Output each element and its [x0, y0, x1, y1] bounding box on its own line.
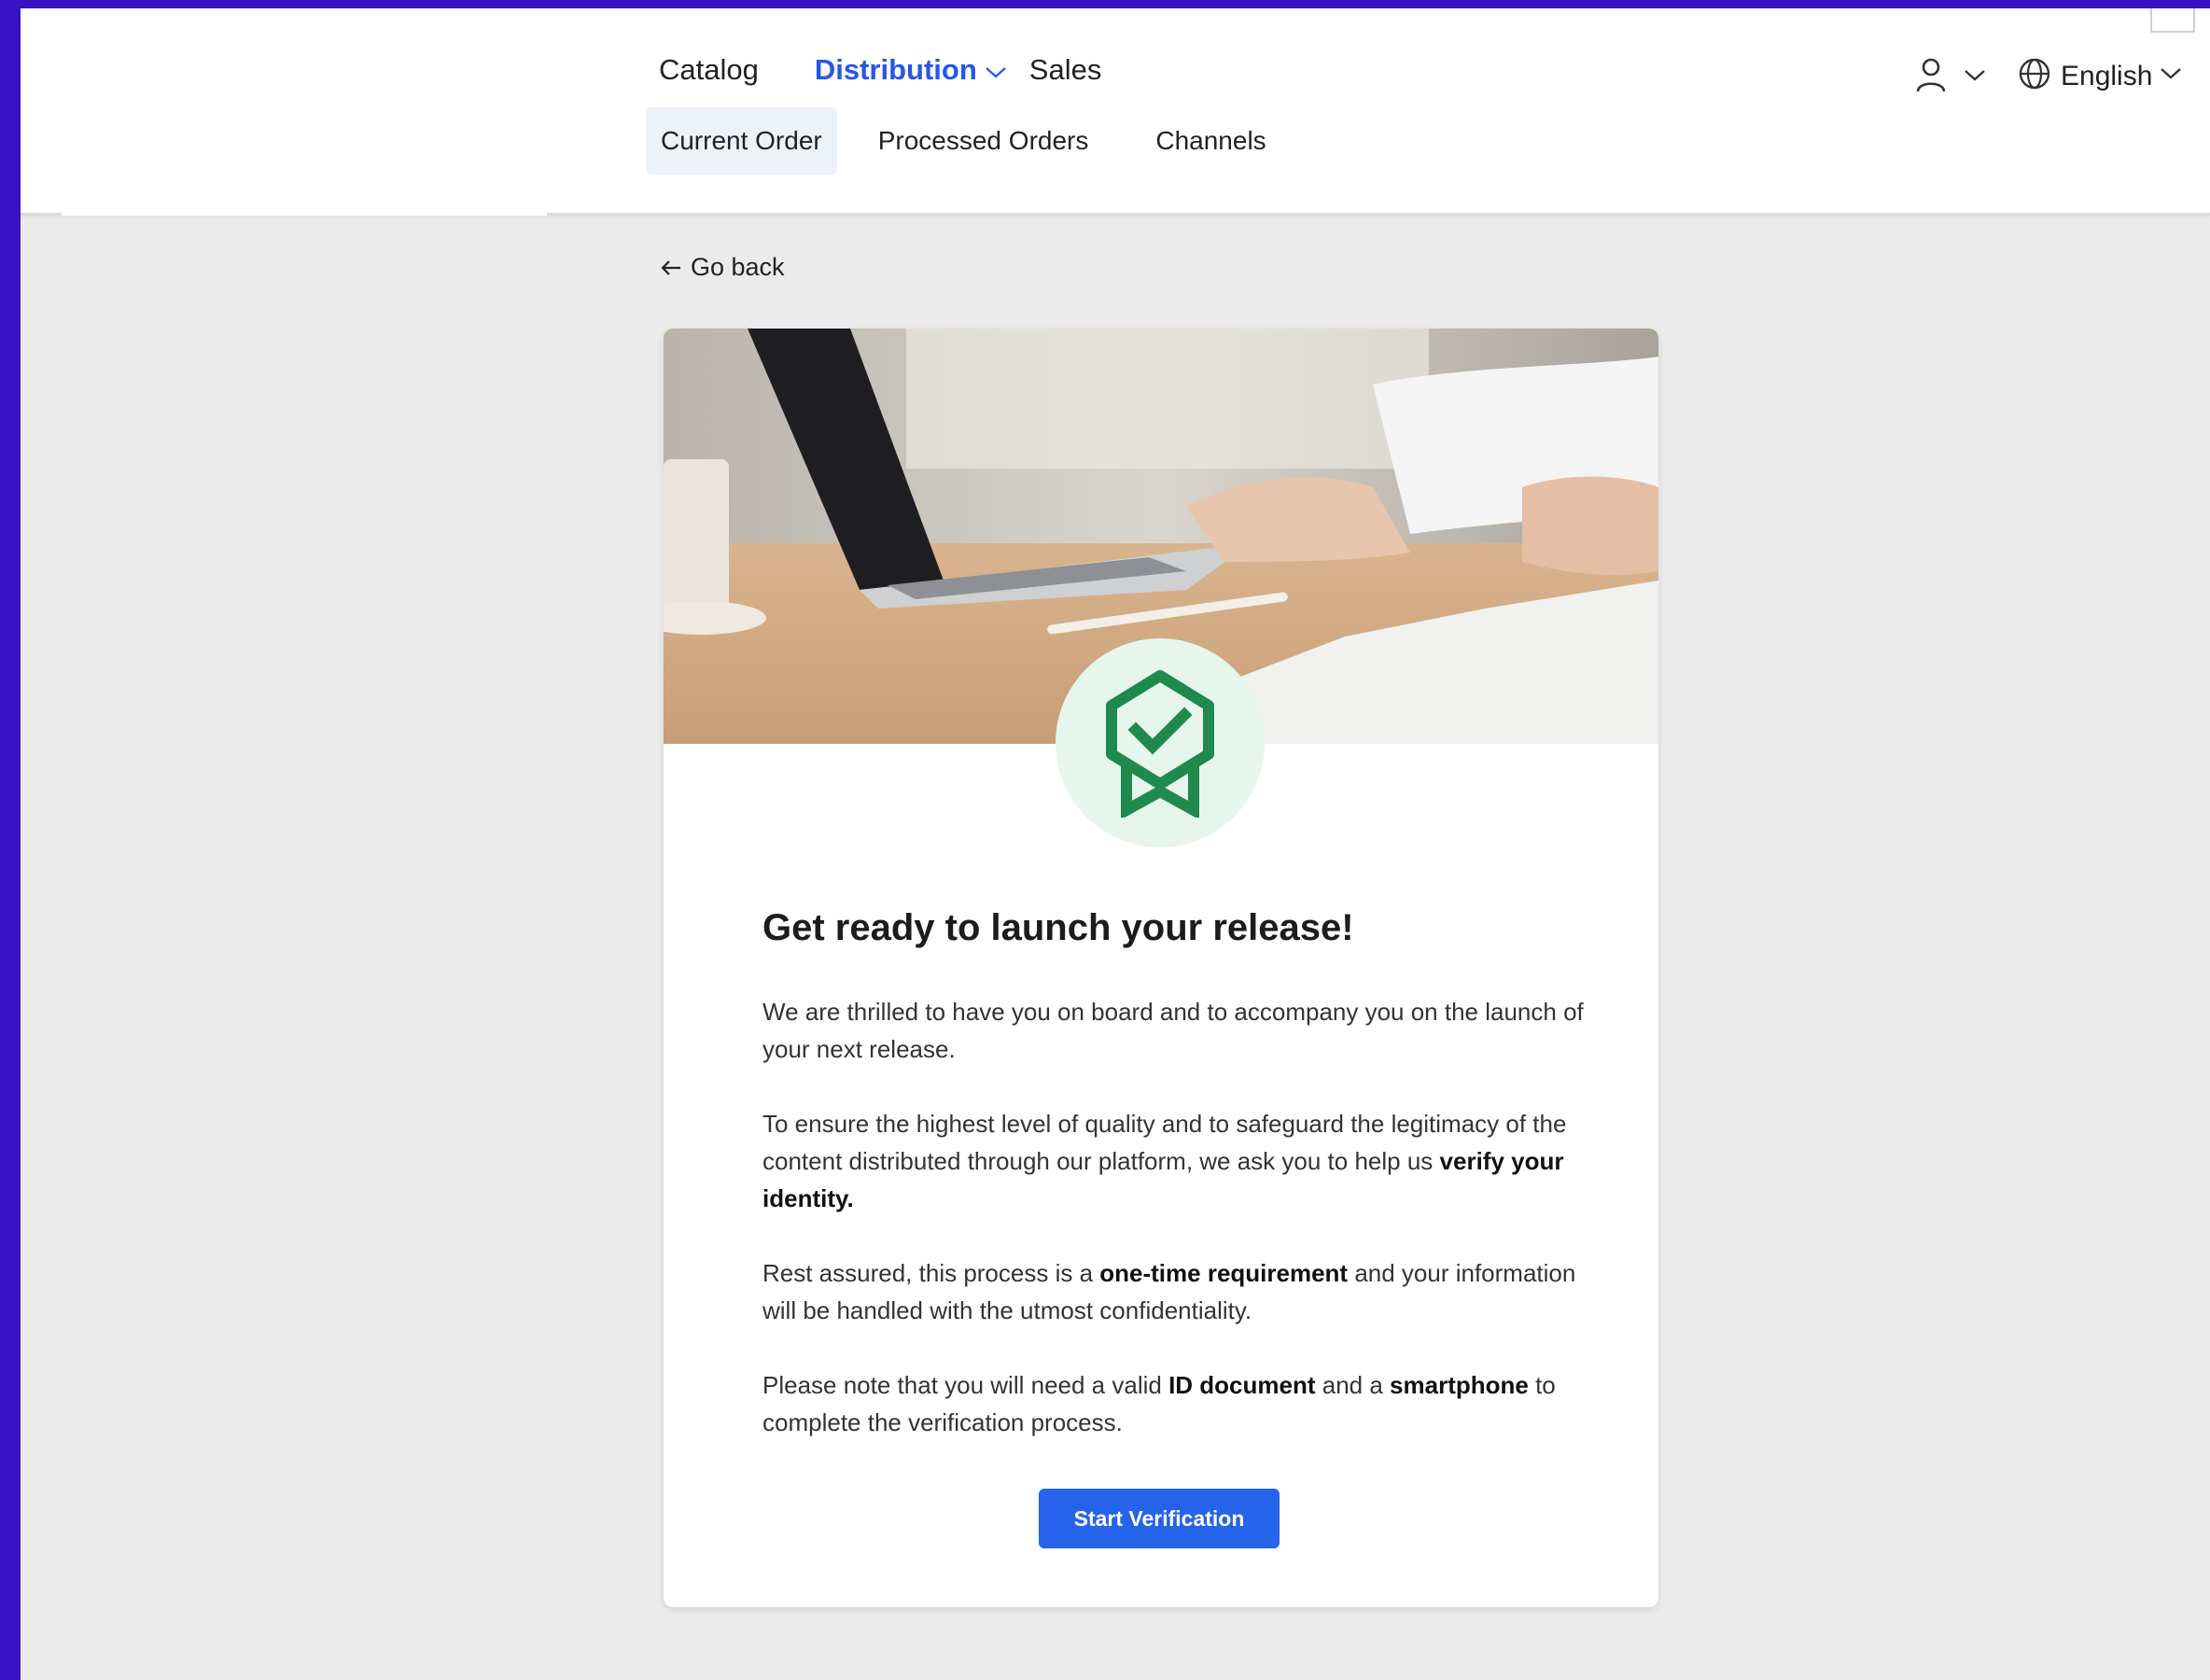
nav-distribution[interactable]: Distribution — [815, 53, 1007, 87]
requirements-emphasis-id: ID document — [1168, 1371, 1316, 1399]
requirements-text-2: and a — [1315, 1371, 1391, 1399]
confidentiality-emphasis: one-time requirement — [1099, 1259, 1349, 1287]
requirements-emphasis-phone: smartphone — [1390, 1371, 1529, 1399]
identity-paragraph: To ensure the highest level of quality a… — [762, 1105, 1584, 1217]
nav-distribution-label: Distribution — [814, 53, 977, 86]
globe-icon — [2018, 57, 2051, 95]
logo-area — [62, 8, 547, 216]
intro-paragraph: We are thrilled to have you on board and… — [762, 993, 1584, 1068]
nav-sales[interactable]: Sales — [1029, 53, 1102, 87]
confidentiality-paragraph: Rest assured, this process is a one-time… — [762, 1254, 1584, 1329]
tab-channels[interactable]: Channels — [1140, 107, 1280, 175]
app-frame: Catalog Distribution Sales Current Order… — [21, 8, 2210, 1680]
nav-catalog-label: Catalog — [659, 53, 759, 86]
badge-circle — [1056, 638, 1265, 847]
user-icon — [1915, 57, 1947, 99]
card-title: Get ready to launch your release! — [762, 907, 1354, 948]
tab-channels-label: Channels — [1155, 126, 1266, 155]
tab-current-order[interactable]: Current Order — [646, 107, 837, 175]
requirements-paragraph: Please note that you will need a valid I… — [762, 1366, 1584, 1441]
tab-processed-orders-label: Processed Orders — [877, 126, 1089, 155]
tab-processed-orders[interactable]: Processed Orders — [863, 107, 1104, 175]
arrow-left-icon — [661, 259, 680, 275]
chevron-down-icon — [2160, 67, 2182, 85]
nav-sales-label: Sales — [1028, 53, 1102, 86]
top-navigation-bar: Catalog Distribution Sales Current Order… — [21, 8, 2210, 216]
language-selector[interactable]: English — [2018, 57, 2182, 95]
tab-current-order-label: Current Order — [661, 126, 822, 155]
window-corner-control[interactable] — [2150, 8, 2195, 33]
user-menu[interactable] — [1915, 57, 1986, 99]
intro-text: We are thrilled to have you on board and… — [762, 998, 1584, 1063]
requirements-text-1: Please note that you will need a valid — [762, 1371, 1169, 1399]
language-label: English — [2061, 60, 2153, 91]
go-back-label: Go back — [691, 253, 785, 281]
verification-card: Get ready to launch your release! We are… — [664, 329, 1658, 1607]
nav-catalog[interactable]: Catalog — [659, 53, 759, 87]
secondary-nav: Current Order Processed Orders Channels — [646, 107, 1308, 175]
go-back-link[interactable]: Go back — [661, 253, 785, 282]
start-verification-button[interactable]: Start Verification — [1039, 1489, 1280, 1548]
chevron-down-icon — [1964, 69, 1986, 87]
primary-nav: Catalog Distribution Sales — [659, 53, 1157, 87]
confidentiality-text-1: Rest assured, this process is a — [762, 1259, 1100, 1287]
verified-badge-icon — [1106, 670, 1214, 818]
chevron-down-icon — [985, 53, 1007, 87]
